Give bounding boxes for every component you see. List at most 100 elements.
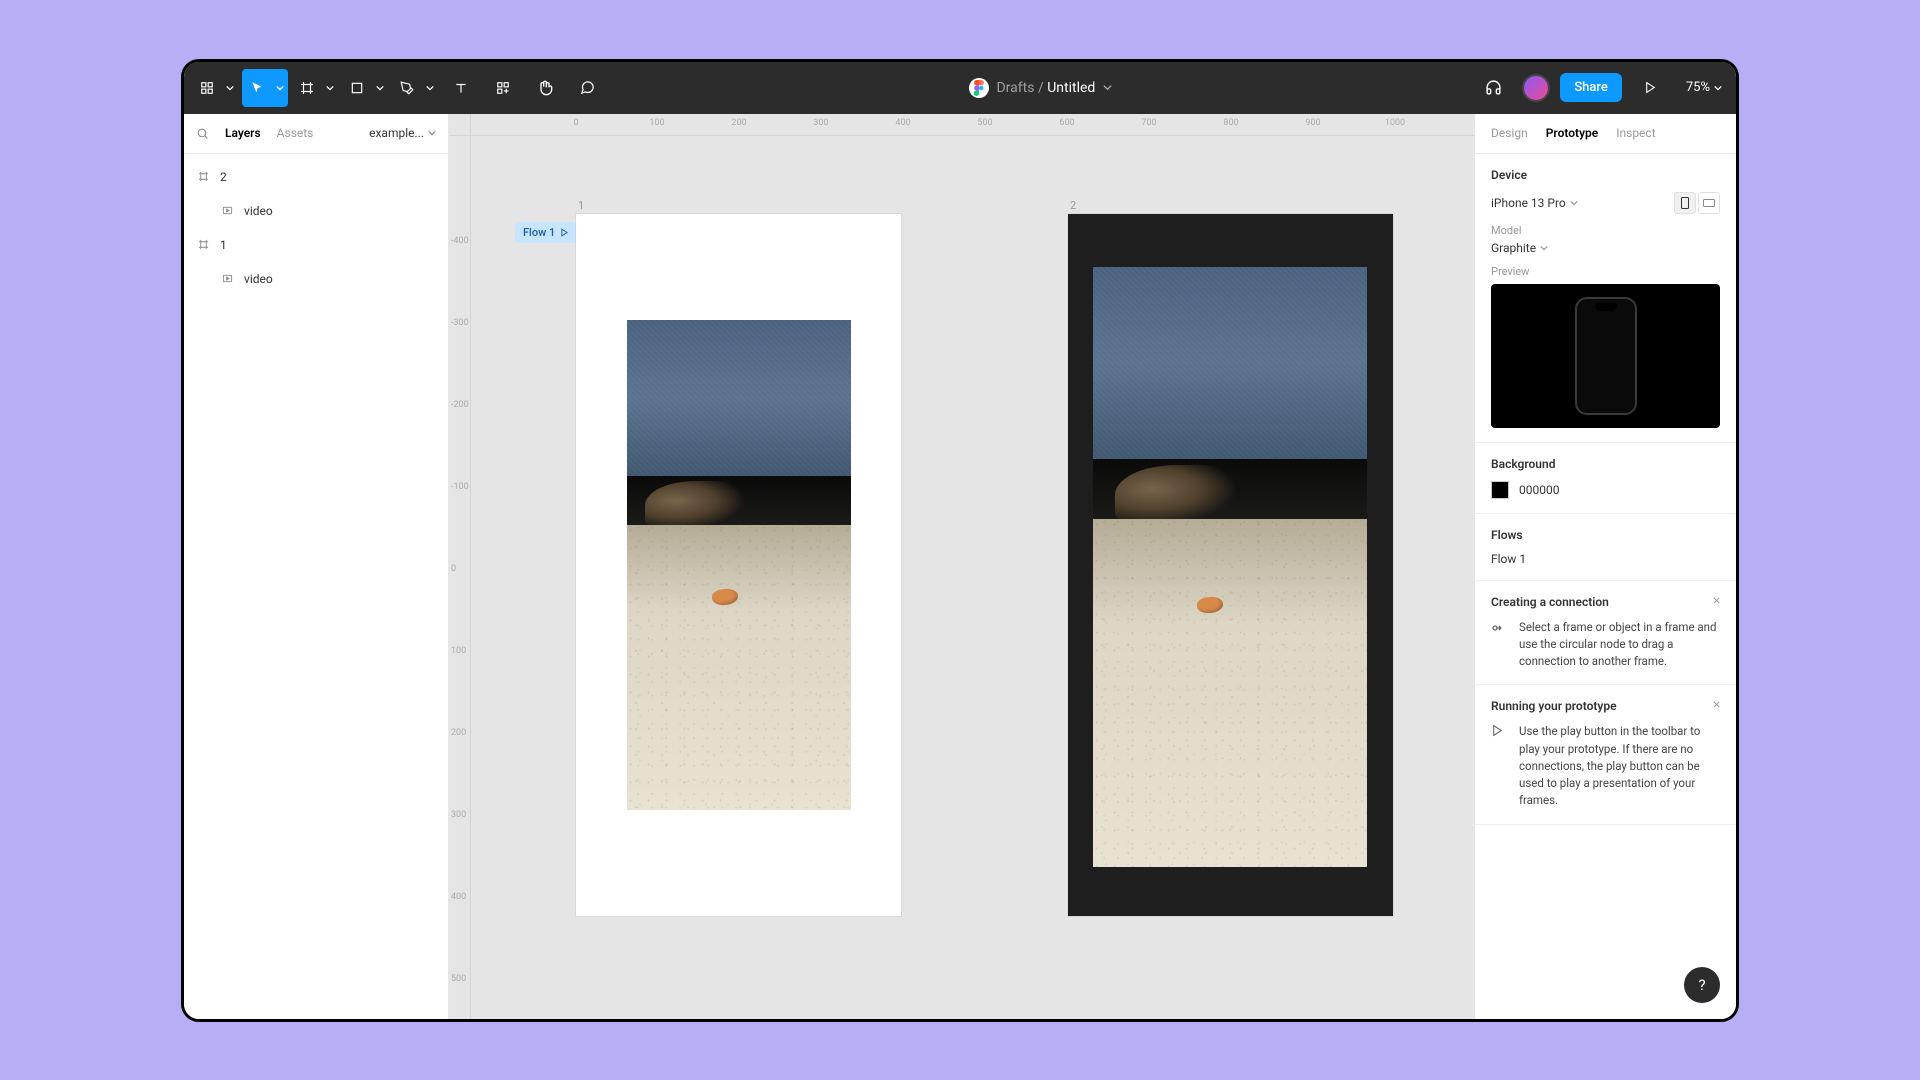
video-thumbnail <box>1093 267 1367 867</box>
close-icon <box>1711 595 1722 606</box>
search-icon[interactable] <box>196 127 209 140</box>
resources-icon <box>496 81 510 95</box>
left-panel: Layers Assets example... 2 video <box>184 114 449 1019</box>
flow-item[interactable]: Flow 1 <box>1491 552 1720 566</box>
breadcrumb-separator: / <box>1038 80 1044 96</box>
layer-video[interactable]: video <box>184 262 448 296</box>
phone-mock-icon <box>1575 297 1637 415</box>
move-tool-button[interactable] <box>242 69 288 107</box>
text-icon <box>454 81 468 95</box>
cursor-icon <box>250 81 264 95</box>
canvas[interactable]: 1 2 Flow 1 <box>471 136 1474 1019</box>
hand-tool-button[interactable] <box>526 69 564 107</box>
share-button[interactable]: Share <box>1560 73 1622 102</box>
hint-body-text: Use the play button in the toolbar to pl… <box>1519 723 1720 809</box>
orientation-portrait-button[interactable] <box>1674 192 1696 214</box>
artboard-frame-2[interactable] <box>1068 214 1393 916</box>
tab-assets[interactable]: Assets <box>277 126 314 140</box>
device-name-value: iPhone 13 Pro <box>1491 196 1566 210</box>
frame-label[interactable]: 1 <box>578 199 584 212</box>
zoom-value: 75% <box>1686 80 1710 95</box>
audio-button[interactable] <box>1474 69 1512 107</box>
model-label: Model <box>1491 224 1720 237</box>
model-selector[interactable]: Graphite <box>1491 241 1720 255</box>
hint-running: Running your prototype Use the play butt… <box>1475 685 1736 824</box>
frame-tool-button[interactable] <box>292 69 338 107</box>
device-selector[interactable]: iPhone 13 Pro <box>1491 196 1578 210</box>
frame-icon <box>196 171 210 182</box>
text-tool-button[interactable] <box>442 69 480 107</box>
play-icon <box>560 228 569 237</box>
frame-icon <box>196 239 210 250</box>
toolbar: Drafts / Untitled Share 75% <box>184 62 1736 114</box>
tab-prototype[interactable]: Prototype <box>1546 126 1599 140</box>
chevron-down-icon <box>428 129 436 137</box>
close-icon <box>1711 699 1722 710</box>
hint-connection: Creating a connection Select a frame or … <box>1475 581 1736 686</box>
orientation-landscape-button[interactable] <box>1698 192 1720 214</box>
chevron-down-icon <box>1570 199 1578 207</box>
video-layer[interactable] <box>627 320 851 810</box>
layer-video[interactable]: video <box>184 194 448 228</box>
right-panel: Design Prototype Inspect Device iPhone 1… <box>1474 114 1736 1019</box>
resources-button[interactable] <box>484 69 522 107</box>
tab-layers[interactable]: Layers <box>225 126 261 140</box>
chevron-down-icon <box>376 84 384 92</box>
layer-name: 2 <box>220 170 227 184</box>
hint-body-text: Select a frame or object in a frame and … <box>1519 619 1720 671</box>
tab-design[interactable]: Design <box>1491 126 1528 140</box>
chevron-down-icon <box>1103 83 1112 92</box>
page-selector[interactable]: example... <box>369 126 436 140</box>
background-section: Background 000000 <box>1475 443 1736 514</box>
rectangle-icon <box>350 81 364 95</box>
frame-label[interactable]: 2 <box>1070 199 1076 212</box>
comment-tool-button[interactable] <box>568 69 606 107</box>
connection-icon <box>1491 620 1507 671</box>
video-layer[interactable] <box>1093 267 1367 867</box>
layer-frame[interactable]: 2 <box>184 160 448 194</box>
breadcrumb[interactable]: Drafts / Untitled <box>997 80 1112 96</box>
device-preview <box>1491 284 1720 428</box>
landscape-icon <box>1703 199 1715 207</box>
flow-start-pill[interactable]: Flow 1 <box>515 222 577 243</box>
shape-tool-button[interactable] <box>342 69 388 107</box>
main-menu-button[interactable] <box>192 69 238 107</box>
chevron-down-icon <box>276 84 284 92</box>
close-hint-button[interactable] <box>1711 595 1722 606</box>
hint-title: Creating a connection <box>1491 595 1720 609</box>
device-section: Device iPhone 13 Pro Model Graphite <box>1475 154 1736 443</box>
close-hint-button[interactable] <box>1711 699 1722 710</box>
layer-name: 1 <box>220 238 227 252</box>
background-title: Background <box>1491 457 1720 471</box>
chevron-down-icon <box>426 84 434 92</box>
layer-name: video <box>244 204 273 218</box>
device-title: Device <box>1491 168 1720 182</box>
pen-tool-button[interactable] <box>392 69 438 107</box>
present-button[interactable] <box>1632 69 1670 107</box>
play-icon <box>1491 724 1507 809</box>
comment-icon <box>580 80 595 95</box>
background-hex[interactable]: 000000 <box>1519 483 1559 497</box>
artboard-frame-1[interactable] <box>576 214 901 916</box>
breadcrumb-file: Untitled <box>1047 80 1095 96</box>
hint-title: Running your prototype <box>1491 699 1720 713</box>
help-button[interactable]: ? <box>1684 967 1720 1003</box>
hand-icon <box>537 80 553 96</box>
user-avatar[interactable] <box>1522 74 1550 102</box>
toolbar-right: Share 75% <box>1474 69 1728 107</box>
figma-menu-icon <box>200 81 214 95</box>
layer-list: 2 video 1 video <box>184 154 448 302</box>
video-icon <box>220 273 234 284</box>
model-value: Graphite <box>1491 241 1536 255</box>
headphones-icon <box>1485 79 1502 96</box>
layer-name: video <box>244 272 273 286</box>
right-panel-tabs: Design Prototype Inspect <box>1475 114 1736 154</box>
zoom-control[interactable]: 75% <box>1680 80 1728 95</box>
tab-inspect[interactable]: Inspect <box>1616 126 1655 140</box>
canvas-area[interactable]: 0 100 200 300 400 500 600 700 800 900 10… <box>449 114 1474 1019</box>
layer-frame[interactable]: 1 <box>184 228 448 262</box>
chevron-down-icon <box>1540 244 1548 252</box>
ruler-vertical: -400 -300 -200 -100 0 100 200 300 400 50… <box>449 136 471 1019</box>
background-swatch[interactable] <box>1491 481 1509 499</box>
flow-name: Flow 1 <box>523 226 555 239</box>
